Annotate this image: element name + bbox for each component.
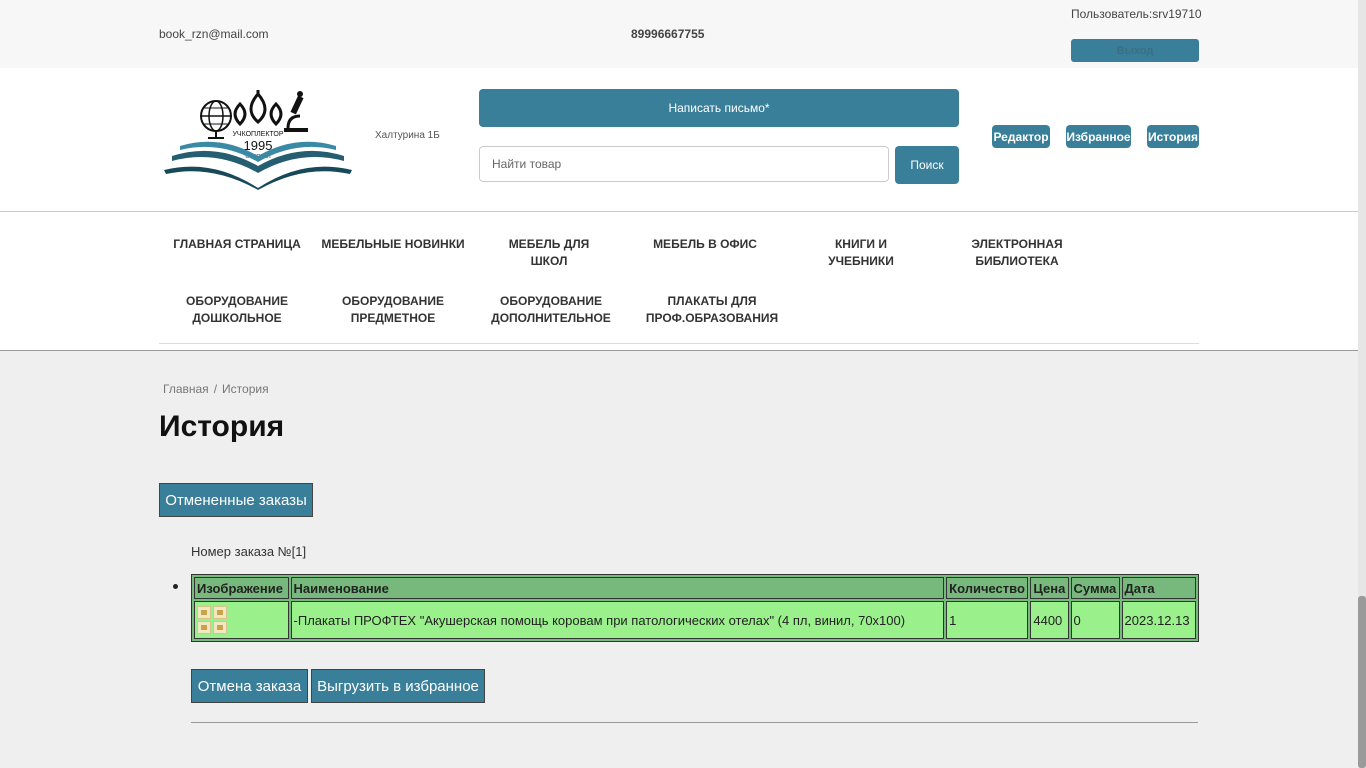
cancel-order-button[interactable]: Отмена заказа: [191, 669, 308, 703]
list-bullet: [173, 584, 178, 589]
nav-item-additional-equipment[interactable]: ОБОРУДОВАНИЕ ДОПОЛНИТЕЛЬНОЕ: [471, 293, 631, 327]
breadcrumb-current: История: [222, 382, 269, 396]
page-title: История: [159, 410, 285, 443]
product-price: 4400: [1030, 601, 1069, 639]
col-name: Наименование: [290, 577, 945, 599]
product-image-cell[interactable]: [194, 601, 289, 639]
search-input[interactable]: [479, 146, 889, 182]
product-name: -Плакаты ПРОФТЕХ "Акушерская помощь коро…: [290, 601, 945, 639]
main-nav: [0, 212, 1358, 351]
logout-button[interactable]: Выход: [1071, 39, 1199, 62]
order-date: 2023.12.13: [1121, 601, 1196, 639]
export-to-favorites-button[interactable]: Выгрузить в избранное: [311, 669, 485, 703]
nav-item-home[interactable]: ГЛАВНАЯ СТРАНИЦА: [159, 236, 315, 253]
table-header-row: Изображение Наименование Количество Цена…: [194, 577, 1196, 599]
order-table: Изображение Наименование Количество Цена…: [191, 574, 1199, 642]
nav-item-furniture-new[interactable]: МЕБЕЛЬНЫЕ НОВИНКИ: [315, 236, 471, 253]
globe-icon: [200, 100, 232, 139]
logo-brand: УЧКОПЛЕКТОР: [232, 131, 283, 138]
nav-divider: [159, 343, 1199, 344]
col-price: Цена: [1030, 577, 1069, 599]
col-date: Дата: [1121, 577, 1196, 599]
nav-item-books[interactable]: КНИГИ И УЧЕБНИКИ: [783, 236, 939, 270]
product-quantity: 1: [946, 601, 1029, 639]
store-address: Халтурина 1Б: [375, 130, 440, 141]
microscope-icon: [284, 91, 308, 132]
col-quantity: Количество: [946, 577, 1029, 599]
editor-button[interactable]: Редактор: [992, 125, 1050, 148]
history-button[interactable]: История: [1147, 125, 1199, 148]
nav-item-subject-equipment[interactable]: ОБОРУДОВАНИЕ ПРЕДМЕТНОЕ: [315, 293, 471, 327]
breadcrumb-separator: /: [213, 382, 218, 396]
nav-item-school-furniture[interactable]: МЕБЕЛЬ ДЛЯ ШКОЛ: [471, 236, 627, 270]
product-sum: 0: [1070, 601, 1120, 639]
order-number: Номер заказа №[1]: [191, 544, 307, 559]
nav-item-posters[interactable]: ПЛАКАТЫ ДЛЯ ПРОФ.ОБРАЗОВАНИЯ: [637, 293, 787, 327]
scrollbar-thumb[interactable]: [1358, 596, 1366, 768]
nav-item-preschool-equipment[interactable]: ОБОРУДОВАНИЕ ДОШКОЛЬНОЕ: [159, 293, 315, 327]
site-logo[interactable]: УЧКОПЛЕКТОР 1995 ОСНОВАН: [160, 88, 356, 192]
contact-email[interactable]: book_rzn@mail.com: [159, 27, 269, 41]
domes-icon: [233, 90, 283, 127]
table-row: -Плакаты ПРОФТЕХ "Акушерская помощь коро…: [194, 601, 1196, 639]
current-user: Пользователь:srv19710: [1071, 7, 1202, 21]
cancelled-orders-button[interactable]: Отмененные заказы: [159, 483, 313, 517]
col-image: Изображение: [194, 577, 289, 599]
order-divider: [191, 722, 1198, 723]
nav-item-e-library[interactable]: ЭЛЕКТРОННАЯ БИБЛИОТЕКА: [939, 236, 1095, 270]
write-letter-button[interactable]: Написать письмо*: [479, 89, 959, 127]
col-sum: Сумма: [1070, 577, 1120, 599]
breadcrumb: Главная / История: [163, 382, 269, 396]
logo-year: 1995: [244, 138, 273, 153]
contact-phone[interactable]: 89996667755: [631, 27, 704, 41]
product-thumbnail[interactable]: [197, 606, 227, 634]
search-button[interactable]: Поиск: [895, 146, 959, 184]
favorites-button[interactable]: Избранное: [1066, 125, 1131, 148]
nav-item-office-furniture[interactable]: МЕБЕЛЬ В ОФИС: [627, 236, 783, 253]
breadcrumb-home[interactable]: Главная: [163, 382, 209, 396]
